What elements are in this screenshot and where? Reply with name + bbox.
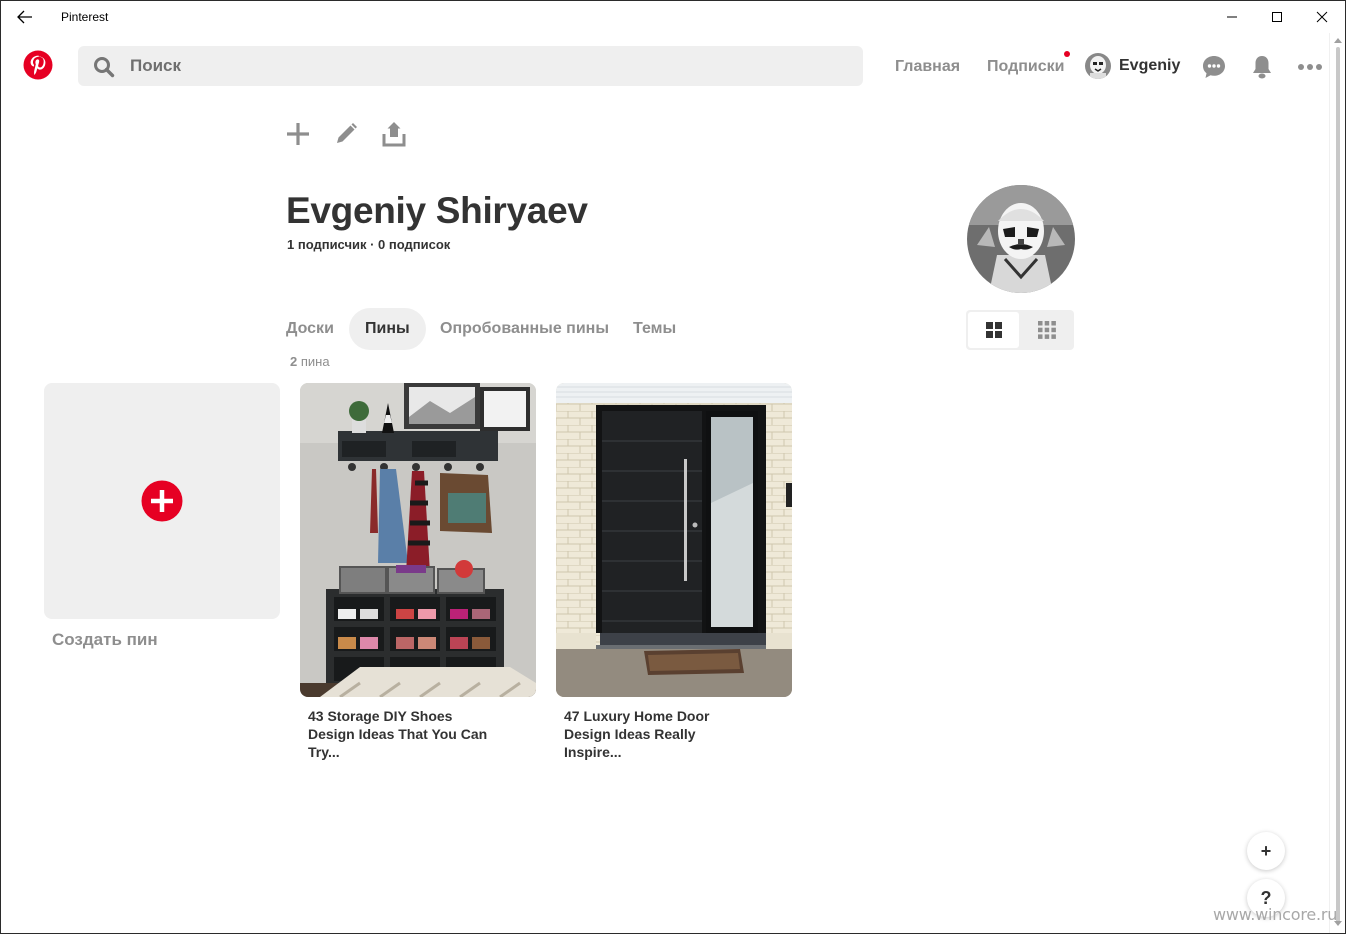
search-input[interactable] (130, 46, 830, 86)
chevron-up-icon[interactable] (1334, 37, 1342, 43)
profile-stats[interactable]: 1 подписчик · 0 подписок (287, 237, 450, 252)
profile-avatar[interactable] (967, 185, 1075, 293)
maximize-icon (1272, 12, 1282, 22)
add-button[interactable] (283, 119, 313, 149)
add-circle-icon[interactable] (141, 480, 183, 522)
arrow-left-icon (17, 10, 32, 24)
avatar (1085, 53, 1111, 79)
share-button[interactable] (379, 119, 409, 149)
search-bar[interactable] (78, 46, 863, 86)
pencil-icon (337, 123, 357, 143)
tab-pins[interactable]: Пины (349, 308, 426, 350)
plus-icon (287, 123, 309, 145)
scrollbar-thumb[interactable] (1336, 47, 1340, 923)
search-icon (94, 57, 115, 78)
more-options-button[interactable] (1296, 53, 1324, 81)
pin-title[interactable]: 43 Storage DIY Shoes Design Ideas That Y… (300, 707, 500, 761)
edit-profile-button[interactable] (331, 119, 361, 149)
grid-small-icon (1037, 321, 1056, 339)
share-icon (382, 122, 406, 147)
top-header: Главная Подписки Evgeniy (1, 33, 1329, 103)
create-pin-label[interactable]: Создать пин (52, 630, 158, 650)
tab-tried-pins[interactable]: Опробованные пины (424, 308, 625, 350)
title-bar: Pinterest (1, 1, 1345, 33)
watermark: www.wincore.ru (1213, 905, 1338, 924)
minimize-button[interactable] (1209, 1, 1255, 33)
pin-count: 2 пина (290, 354, 330, 369)
notification-dot (1064, 51, 1070, 57)
create-pin-tile[interactable] (44, 383, 280, 619)
user-name: Evgeniy (1119, 57, 1181, 74)
close-icon (1316, 11, 1328, 23)
pin-card[interactable]: 47 Luxury Home Door Design Ideas Really … (556, 383, 792, 761)
pin-count-number: 2 (290, 354, 298, 369)
pinterest-logo-icon[interactable] (23, 50, 53, 80)
window-title: Pinterest (61, 10, 109, 24)
back-button[interactable] (9, 5, 41, 29)
more-icon (1298, 64, 1322, 70)
user-profile-link[interactable]: Evgeniy (1085, 52, 1180, 80)
pin-image-shoe-storage[interactable] (300, 383, 536, 697)
nav-home-link[interactable]: Главная (895, 58, 960, 76)
floating-add-button[interactable]: + (1247, 832, 1285, 870)
bell-icon (1253, 56, 1271, 79)
tab-topics[interactable]: Темы (617, 308, 692, 350)
messages-icon (1203, 56, 1225, 78)
pin-count-unit: пина (300, 354, 330, 369)
maximize-button[interactable] (1254, 1, 1300, 33)
profile-name: Evgeniy Shiryaev (286, 190, 588, 231)
pin-title[interactable]: 47 Luxury Home Door Design Ideas Really … (556, 707, 756, 761)
vertical-scrollbar[interactable] (1329, 33, 1345, 933)
dense-grid-view-button[interactable] (1021, 312, 1072, 348)
pin-image-front-door[interactable] (556, 383, 792, 697)
nav-subscriptions-link[interactable]: Подписки (987, 58, 1064, 76)
close-button[interactable] (1299, 1, 1345, 33)
pin-card[interactable]: 43 Storage DIY Shoes Design Ideas That Y… (300, 383, 536, 761)
notifications-button[interactable] (1248, 53, 1276, 81)
wide-grid-view-button[interactable] (968, 312, 1019, 348)
app-window: Pinterest Главная Подписки (0, 0, 1346, 934)
messages-button[interactable] (1200, 53, 1228, 81)
tab-boards[interactable]: Доски (270, 308, 350, 350)
minimize-icon (1227, 16, 1237, 18)
view-toggle (966, 310, 1074, 350)
grid-large-icon (985, 322, 1002, 338)
